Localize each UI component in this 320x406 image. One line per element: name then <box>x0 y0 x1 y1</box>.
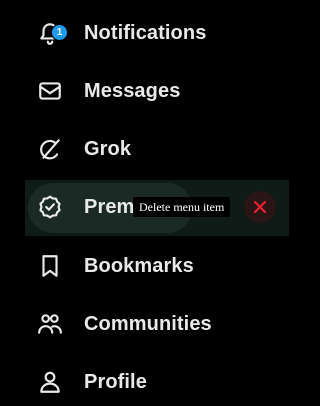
delete-menu-item-button[interactable] <box>244 191 276 223</box>
sidebar-nav: 1 Notifications Messages Grok Premi Dele… <box>0 0 289 406</box>
envelope-icon <box>36 77 64 105</box>
sidebar-item-profile[interactable]: Profile <box>0 360 289 404</box>
person-icon <box>36 368 64 396</box>
sidebar-item-label: Messages <box>84 79 181 102</box>
sidebar-item-label: Notifications <box>84 21 207 44</box>
sidebar-item-messages[interactable]: Messages <box>0 69 289 113</box>
sidebar-item-label: Bookmarks <box>84 254 194 277</box>
sidebar-item-grok[interactable]: Grok <box>0 127 289 171</box>
sidebar-item-label: Grok <box>84 137 132 160</box>
sidebar-item-label: Communities <box>84 312 212 335</box>
delete-tooltip: Delete menu item <box>133 197 231 217</box>
grok-icon <box>36 135 64 163</box>
sidebar-item-label: Premi <box>84 195 141 218</box>
verified-badge-icon <box>36 193 64 221</box>
bookmark-icon <box>36 252 64 280</box>
sidebar-item-notifications[interactable]: 1 Notifications <box>0 11 289 55</box>
sidebar-item-label: Profile <box>84 370 147 393</box>
sidebar-item-communities[interactable]: Communities <box>0 302 289 346</box>
sidebar-item-bookmarks[interactable]: Bookmarks <box>0 244 289 288</box>
notification-count-badge: 1 <box>51 24 68 41</box>
close-icon <box>254 201 266 213</box>
communities-icon <box>36 310 64 338</box>
